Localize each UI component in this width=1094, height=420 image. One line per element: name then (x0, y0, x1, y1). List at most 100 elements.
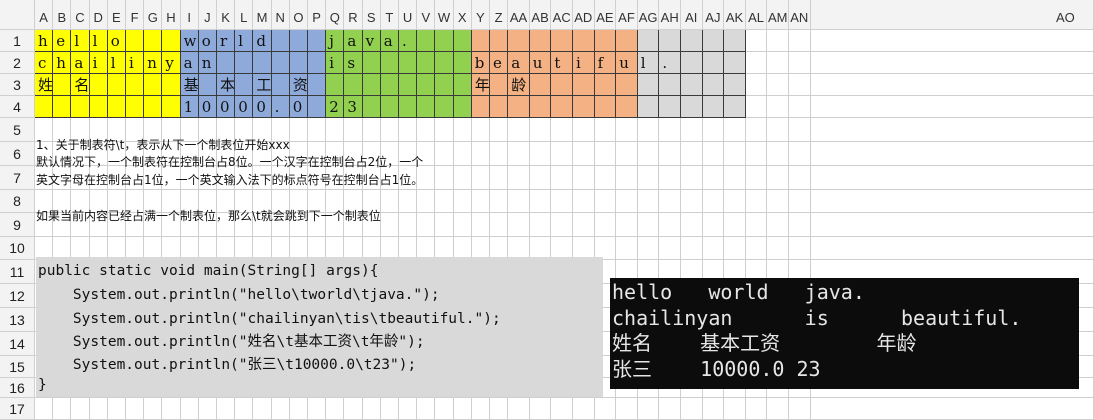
cell[interactable] (308, 52, 327, 74)
cell[interactable] (399, 398, 418, 420)
column-header-af[interactable]: AF (616, 0, 638, 30)
cell[interactable] (435, 213, 454, 237)
column-header-ai[interactable]: AI (681, 0, 703, 30)
column-header-r[interactable]: R (344, 0, 363, 30)
cell[interactable] (289, 398, 308, 420)
cell[interactable] (681, 30, 703, 52)
cell[interactable] (53, 96, 72, 118)
cell[interactable] (551, 190, 573, 213)
cell[interactable] (702, 52, 725, 74)
cell[interactable] (453, 52, 472, 74)
cell[interactable] (235, 74, 254, 96)
cell[interactable] (767, 96, 789, 118)
cell[interactable] (637, 237, 660, 260)
cell[interactable] (490, 398, 509, 420)
cell[interactable] (724, 190, 746, 213)
cell[interactable] (702, 74, 725, 96)
cell[interactable] (724, 118, 746, 142)
cell[interactable] (453, 213, 472, 237)
row-header-6[interactable]: 6 (0, 142, 35, 166)
cell[interactable] (271, 52, 290, 74)
cell[interactable] (180, 398, 199, 420)
cell[interactable] (144, 96, 163, 118)
row-header-11[interactable]: 11 (0, 260, 35, 284)
row-header-12[interactable]: 12 (0, 284, 35, 308)
row-header-3[interactable]: 3 (0, 74, 35, 96)
cell[interactable] (508, 398, 530, 420)
cell[interactable] (490, 30, 509, 52)
cell[interactable] (253, 398, 272, 420)
cell[interactable] (271, 30, 290, 52)
cell[interactable] (551, 118, 573, 142)
cell[interactable] (53, 398, 72, 420)
cell[interactable] (767, 118, 789, 142)
cell[interactable] (529, 30, 552, 52)
cell[interactable] (217, 398, 236, 420)
cell[interactable] (789, 190, 811, 213)
cell[interactable] (551, 96, 573, 118)
cell[interactable] (702, 398, 725, 420)
cell[interactable] (508, 213, 530, 237)
cell[interactable] (616, 213, 638, 237)
cell[interactable] (471, 142, 490, 166)
cell[interactable] (289, 30, 308, 52)
cell[interactable] (789, 74, 811, 96)
cell[interactable] (326, 74, 345, 96)
column-header-o[interactable]: O (289, 0, 308, 30)
column-header-q[interactable]: Q (326, 0, 345, 30)
cell[interactable] (417, 190, 436, 213)
cell[interactable] (253, 52, 272, 74)
cell[interactable] (681, 118, 703, 142)
cell[interactable] (745, 166, 768, 190)
column-header-n[interactable]: N (271, 0, 290, 30)
cell[interactable] (616, 166, 638, 190)
cell[interactable] (435, 96, 454, 118)
column-header-ac[interactable]: AC (551, 0, 573, 30)
cell[interactable] (637, 142, 660, 166)
cell[interactable] (417, 118, 436, 142)
cell[interactable] (508, 142, 530, 166)
cell[interactable] (789, 96, 811, 118)
cell[interactable] (789, 398, 811, 420)
cell[interactable] (271, 398, 290, 420)
cell[interactable] (362, 118, 381, 142)
cell[interactable] (659, 118, 681, 142)
cell[interactable] (702, 237, 725, 260)
cell[interactable] (508, 166, 530, 190)
cell[interactable] (681, 74, 703, 96)
cell[interactable] (362, 398, 381, 420)
cell[interactable] (308, 398, 327, 420)
column-header-t[interactable]: T (380, 0, 399, 30)
cell[interactable] (573, 74, 595, 96)
cell[interactable] (162, 30, 181, 52)
cell[interactable] (681, 190, 703, 213)
cell[interactable] (616, 74, 638, 96)
cell[interactable] (810, 30, 1094, 52)
cell[interactable] (681, 166, 703, 190)
cell[interactable] (107, 96, 126, 118)
cell[interactable] (471, 30, 490, 52)
cell[interactable] (724, 52, 746, 74)
cell[interactable] (126, 96, 145, 118)
cell[interactable] (745, 52, 768, 74)
cell[interactable] (659, 237, 681, 260)
cell[interactable] (702, 213, 725, 237)
cell[interactable] (573, 213, 595, 237)
cell[interactable] (573, 142, 595, 166)
cell[interactable] (616, 237, 638, 260)
cell[interactable] (529, 118, 552, 142)
cell[interactable] (616, 190, 638, 213)
cell[interactable] (810, 213, 1094, 237)
row-header-10[interactable]: 10 (0, 237, 35, 260)
cell[interactable] (724, 30, 746, 52)
cell[interactable] (435, 166, 454, 190)
cell[interactable] (271, 74, 290, 96)
cell[interactable] (810, 74, 1094, 96)
column-header-y[interactable]: Y (471, 0, 490, 30)
cell[interactable] (362, 74, 381, 96)
cell[interactable] (767, 398, 789, 420)
column-header-u[interactable]: U (399, 0, 418, 30)
row-header-17[interactable]: 17 (0, 398, 35, 420)
cell[interactable] (362, 96, 381, 118)
row-header-16[interactable]: 16 (0, 378, 35, 398)
